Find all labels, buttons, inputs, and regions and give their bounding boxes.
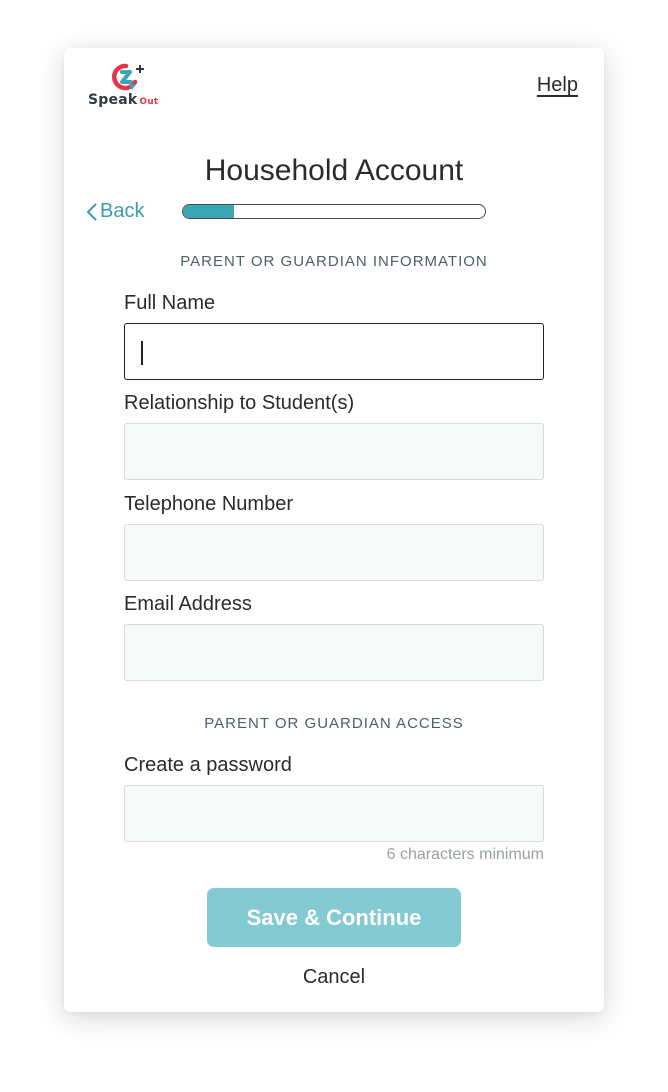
signup-card: Speak Out Help Household Account Back PAR…	[64, 48, 604, 1012]
relationship-input[interactable]	[125, 424, 543, 479]
progress-fill	[183, 205, 235, 218]
password-label: Create a password	[124, 754, 292, 776]
telephone-input[interactable]	[125, 525, 543, 580]
progress-bar	[182, 204, 486, 219]
page-title: Household Account	[204, 154, 464, 187]
text-caret	[141, 341, 143, 365]
email-input[interactable]	[125, 625, 543, 680]
full-name-input[interactable]	[125, 324, 543, 379]
speakout-logo-icon	[111, 63, 144, 91]
speakout-logo[interactable]: Speak Out	[86, 62, 166, 114]
relationship-field[interactable]	[124, 423, 544, 480]
save-continue-button[interactable]: Save & Continue	[207, 888, 461, 947]
logo-wordmark: Speak Out	[88, 92, 159, 108]
help-link[interactable]: Help	[537, 74, 578, 97]
cancel-link[interactable]: Cancel	[64, 966, 604, 989]
email-field[interactable]	[124, 624, 544, 681]
full-name-label: Full Name	[124, 292, 216, 314]
relationship-label: Relationship to Student(s)	[124, 392, 355, 414]
chevron-left-icon	[86, 202, 97, 221]
section-title-access: PARENT OR GUARDIAN ACCESS	[204, 715, 464, 732]
section-title-info: PARENT OR GUARDIAN INFORMATION	[180, 253, 488, 270]
email-label: Email Address	[124, 593, 252, 615]
back-link[interactable]: Back	[86, 200, 144, 223]
password-field[interactable]	[124, 785, 544, 842]
telephone-label: Telephone Number	[124, 493, 293, 515]
back-label: Back	[100, 200, 145, 222]
password-hint: 6 characters minimum	[386, 846, 544, 863]
password-input[interactable]	[125, 786, 543, 841]
full-name-field[interactable]	[124, 323, 544, 380]
telephone-field[interactable]	[124, 524, 544, 581]
